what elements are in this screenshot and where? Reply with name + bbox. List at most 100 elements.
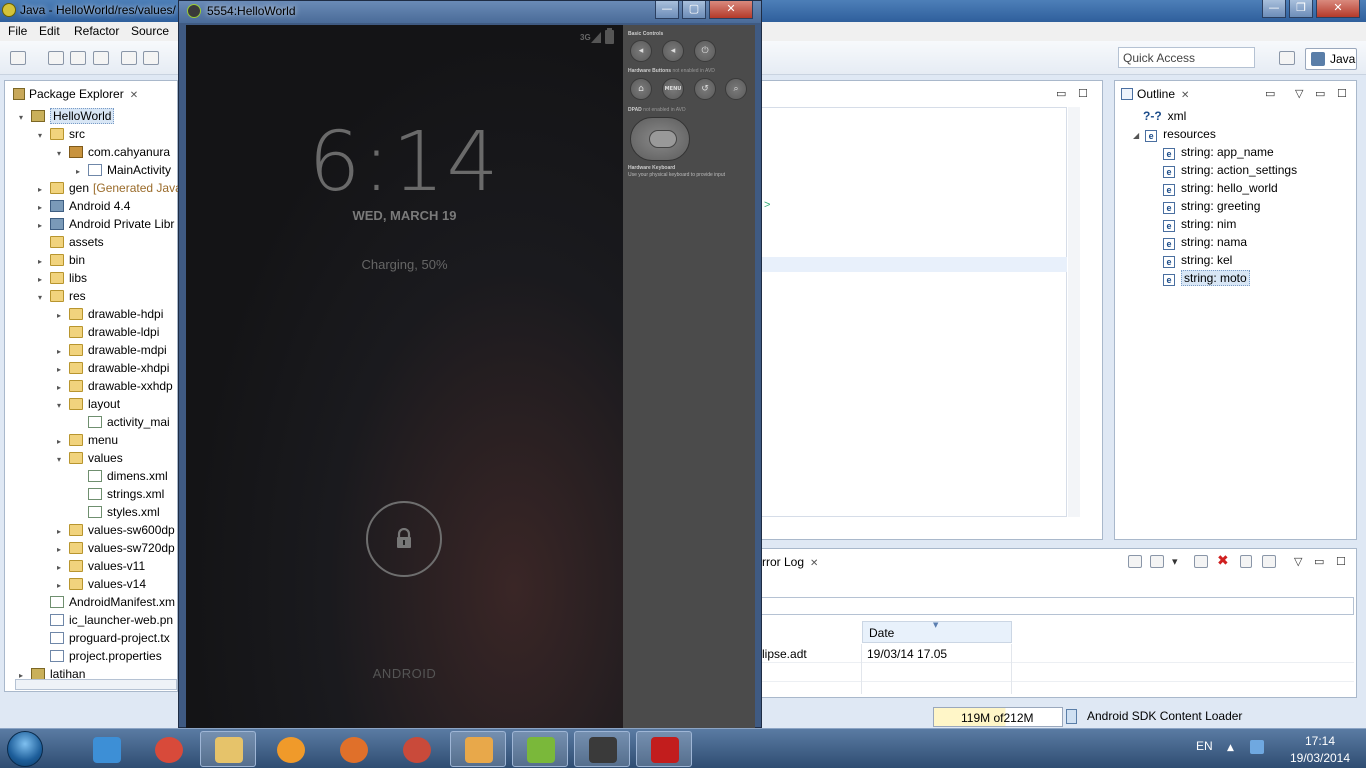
collapse-icon[interactable]: ▾ xyxy=(57,145,69,163)
tree-item[interactable]: ▸ libs xyxy=(38,269,87,287)
open-log-icon[interactable] xyxy=(1240,555,1252,568)
outline-string-node[interactable]: e string: app_name xyxy=(1163,143,1274,161)
outline-string-node[interactable]: e string: nama xyxy=(1163,233,1247,251)
dropdown-icon[interactable]: ▾ xyxy=(1172,555,1178,568)
import-log-icon[interactable] xyxy=(1150,555,1164,568)
close-icon[interactable]: ✕ xyxy=(130,90,138,101)
taskbar-button[interactable] xyxy=(450,731,506,767)
outline-string-node[interactable]: e string: greeting xyxy=(1163,197,1260,215)
volume-up-icon[interactable]: ◂ xyxy=(662,40,684,62)
tree-item[interactable]: ▸ drawable-hdpi xyxy=(57,305,163,323)
quick-access-input[interactable]: Quick Access xyxy=(1118,47,1255,68)
tree-item[interactable]: activity_mai xyxy=(76,413,170,431)
editor-vertical-scrollbar[interactable] xyxy=(1068,107,1080,517)
back-icon[interactable]: ↺ xyxy=(694,78,716,100)
save-all-icon[interactable] xyxy=(70,51,86,65)
tree-item[interactable]: AndroidManifest.xm xyxy=(38,593,175,611)
outline-string-node[interactable]: e string: action_settings xyxy=(1163,161,1297,179)
close-icon[interactable]: ✕ xyxy=(1181,90,1189,101)
outline-string-node[interactable]: e string: hello_world xyxy=(1163,179,1278,197)
tree-item[interactable]: ▾ values xyxy=(57,449,123,467)
open-perspective-icon[interactable] xyxy=(1279,51,1295,65)
tree-item[interactable]: ▸ Android Private Libr xyxy=(38,215,174,233)
emulator-close-button[interactable]: ✕ xyxy=(709,1,753,19)
tree-item[interactable]: drawable-ldpi xyxy=(57,323,159,341)
menu-refactor[interactable]: Refactor xyxy=(74,24,119,38)
outline-resources-node[interactable]: ◢ e resources xyxy=(1133,125,1216,143)
network-tray-icon[interactable] xyxy=(1250,740,1264,754)
table-row[interactable]: lipse.adt 19/03/14 17.05 xyxy=(762,644,1354,663)
new-icon[interactable] xyxy=(10,51,26,65)
tree-item[interactable]: project.properties xyxy=(38,647,162,665)
lock-icon[interactable] xyxy=(394,528,414,548)
taskbar-button[interactable] xyxy=(200,731,256,767)
outline-string-node[interactable]: e string: kel xyxy=(1163,251,1232,269)
taskbar-button[interactable] xyxy=(262,731,318,767)
taskbar-button[interactable] xyxy=(574,731,630,767)
collapse-all-icon[interactable]: ▭ xyxy=(1265,87,1275,100)
maximize-icon[interactable]: ☐ xyxy=(1078,87,1088,100)
taskbar-button[interactable] xyxy=(388,731,444,767)
taskbar-button[interactable] xyxy=(325,731,381,767)
collapse-icon[interactable]: ▾ xyxy=(57,397,69,415)
outline-string-node[interactable]: e string: nim xyxy=(1163,215,1236,233)
view-menu-icon[interactable]: ▽ xyxy=(1294,555,1302,568)
tray-clock-date[interactable]: 19/03/2014 xyxy=(1280,751,1360,765)
collapse-icon[interactable]: ▾ xyxy=(19,109,31,127)
taskbar-button[interactable] xyxy=(78,731,134,767)
tree-item[interactable]: ▸ values-sw600dp xyxy=(57,521,175,539)
tree-item[interactable]: proguard-project.tx xyxy=(38,629,170,647)
outline-string-node[interactable]: e string: moto xyxy=(1163,269,1250,287)
horizontal-scrollbar[interactable] xyxy=(15,679,177,690)
tree-item[interactable]: ▸ gen [Generated Java xyxy=(38,179,182,197)
tree-item[interactable]: ▸ drawable-xhdpi xyxy=(57,359,169,377)
tree-item[interactable]: ▾ layout xyxy=(57,395,120,413)
menu-edit[interactable]: Edit xyxy=(39,24,60,38)
print-icon[interactable] xyxy=(93,51,109,65)
menu-source[interactable]: Source xyxy=(131,24,169,38)
outline-xml-node[interactable]: ?-? xml xyxy=(1143,107,1186,125)
restore-log-icon[interactable] xyxy=(1262,555,1276,568)
tree-item[interactable]: styles.xml xyxy=(76,503,160,521)
minimize-icon[interactable]: ▭ xyxy=(1056,87,1066,100)
tree-item[interactable]: ▾ HelloWorld xyxy=(19,107,115,127)
eclipse-minimize-button[interactable]: — xyxy=(1262,0,1286,18)
tree-item[interactable]: ic_launcher-web.pn xyxy=(38,611,173,629)
eclipse-close-button[interactable]: ✕ xyxy=(1316,0,1360,18)
maximize-icon[interactable]: ☐ xyxy=(1337,87,1347,100)
tray-clock-time[interactable]: 17:14 xyxy=(1280,734,1360,748)
tree-item[interactable]: ▸ values-v11 xyxy=(57,557,145,575)
clear-log-icon[interactable] xyxy=(1194,555,1208,568)
log-filter-input[interactable] xyxy=(762,597,1354,615)
editor-content[interactable] xyxy=(762,107,1067,517)
error-log-tab[interactable]: rror Log ✕ xyxy=(762,551,824,573)
tree-item[interactable]: ▸ values-v14 xyxy=(57,575,146,593)
package-explorer-tab[interactable]: Package Explorer ✕ xyxy=(9,83,144,105)
taskbar-button[interactable] xyxy=(636,731,692,767)
taskbar-button[interactable] xyxy=(512,731,568,767)
language-indicator[interactable]: EN xyxy=(1196,739,1213,753)
emulator-screen[interactable]: 3G 6:14 WED, MARCH 19 Charging, 50% ANDR… xyxy=(186,25,623,729)
maximize-icon[interactable]: ☐ xyxy=(1336,555,1346,568)
heap-status[interactable]: 119M of212M xyxy=(933,707,1063,727)
tree-item[interactable]: ▸ menu xyxy=(57,431,118,449)
volume-down-icon[interactable]: ◂ xyxy=(630,40,652,62)
collapse-icon[interactable]: ▾ xyxy=(38,127,50,145)
tree-item[interactable]: ▸ drawable-xxhdp xyxy=(57,377,173,395)
tree-item[interactable]: ▸ drawable-mdpi xyxy=(57,341,167,359)
garbage-collect-icon[interactable] xyxy=(1066,709,1077,724)
link-icon[interactable] xyxy=(143,51,159,65)
eclipse-maximize-button[interactable]: ❐ xyxy=(1289,0,1313,18)
dpad[interactable] xyxy=(630,117,690,161)
delete-log-icon[interactable]: ✖ xyxy=(1217,553,1229,569)
menu-file[interactable]: File xyxy=(8,24,27,38)
tree-item[interactable]: ▸ Android 4.4 xyxy=(38,197,130,215)
minimize-icon[interactable]: ▭ xyxy=(1315,87,1325,100)
expand-icon[interactable]: ◢ xyxy=(1133,131,1139,140)
emulator-maximize-button[interactable]: ▢ xyxy=(682,1,706,19)
power-icon[interactable]: ⏻ xyxy=(694,40,716,62)
home-icon[interactable]: ⌂ xyxy=(630,78,652,100)
tree-item[interactable]: ▾ src xyxy=(38,125,85,143)
tree-item[interactable]: ▾ res xyxy=(38,287,86,305)
show-hidden-icons-icon[interactable]: ▲ xyxy=(1227,743,1234,753)
